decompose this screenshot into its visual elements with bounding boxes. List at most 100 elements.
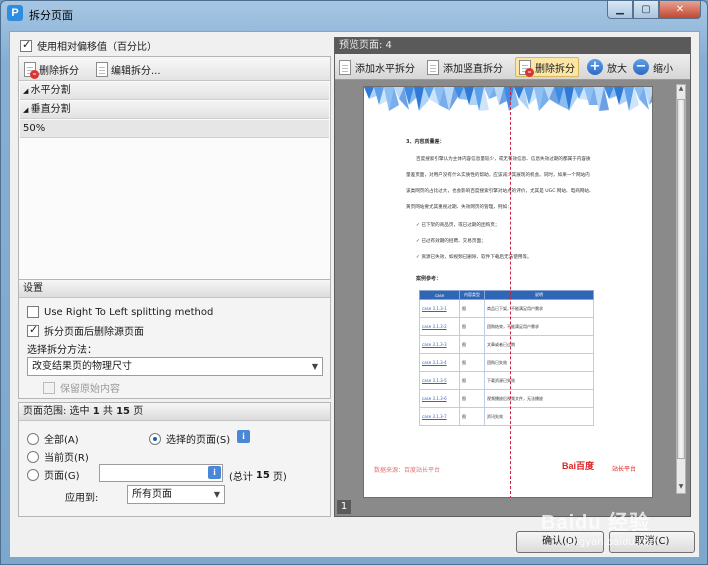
table-cell: 图 [459,389,485,408]
table-cell[interactable]: case 3.1.3-4 [419,353,460,372]
zoom-out-button[interactable]: − 缩小 [633,57,673,77]
keep-content-label: 保留原始内容 [60,384,120,395]
info-icon[interactable]: i [237,430,250,443]
delete-source-option[interactable]: 拆分页面后删除源页面 [27,323,144,338]
edit-split-icon [96,61,108,77]
decorative-triangle-band [364,87,652,127]
doc-case-heading: 案例参考： [416,276,442,282]
apply-to-select[interactable]: 所有页面 ▼ [127,485,225,504]
add-vertical-split-button[interactable]: 添加竖直拆分 [427,57,503,77]
collapse-arrow-icon: ◢ [23,106,31,114]
apply-to-value: 所有页面 [132,489,172,500]
use-relative-checkbox[interactable] [20,38,32,52]
delete-split-icon: – [24,61,39,79]
split-toolbar: – 删除拆分 编辑拆分... [19,57,330,81]
edit-split-label: 编辑拆分... [111,65,161,77]
range-all-option[interactable]: 全部(A) [27,431,79,446]
watermark-url: jingyan.baidu.com [567,537,660,548]
table-row: case 3.1.3-1 图商品已下架，不能满足用户需求 [419,299,594,318]
tree-item-horizontal[interactable]: ◢ 水平分割 [20,82,329,100]
scroll-thumb[interactable] [677,99,685,459]
range-total-count: 15 [116,406,131,417]
doc-paragraph-line: 该类网页的占比过大，也会影响百度搜索引擎对站点的评价，尤其是 UGC 网站、电商… [406,189,594,194]
preview-panel: 预览页面: 4 添加水平拆分 添加竖直拆分 – 删除拆分 + 放大 − 缩小 3… [334,37,691,517]
baidu-logo-subtitle: 站长平台 [612,466,637,473]
zoom-in-button[interactable]: + 放大 [587,57,627,77]
scroll-up-icon[interactable]: ▲ [677,85,685,95]
delete-split-preview-label: 删除拆分 [535,63,575,75]
chevron-down-icon: ▼ [311,362,318,371]
app-icon: P [7,5,23,21]
use-relative-option[interactable]: 使用相对偏移值（百分比） [20,38,157,53]
range-pages-radio[interactable] [27,468,39,481]
table-cell[interactable]: case 3.1.3-5 [419,371,460,390]
page-range-input[interactable] [99,464,223,482]
table-header-cell: 内容类型 [459,290,485,300]
scroll-down-icon[interactable]: ▼ [677,483,685,493]
doc-footer-source: 数据来源：百度站长平台 [374,467,441,474]
table-cell[interactable]: case 3.1.3-1 [419,299,460,318]
chevron-down-icon: ▼ [213,490,220,499]
keep-content-option[interactable]: 保留原始内容 [43,380,120,395]
method-label: 选择拆分方法： [27,345,97,356]
preview-scrollbar[interactable]: ▲ ▼ [676,84,686,494]
zoom-out-icon: − [633,59,649,75]
range-selected-radio[interactable] [149,432,161,445]
add-vertical-label: 添加竖直拆分 [443,63,503,75]
range-all-label: 全部(A) [44,435,79,446]
range-all-radio[interactable] [27,432,39,445]
keep-content-checkbox[interactable] [43,381,55,394]
window-frame: P 拆分页面 ▁ ▢ ✕ 使用相对偏移值（百分比） – 删除拆分 编辑拆分... [0,0,708,565]
table-row: case 3.1.3-2 图团购结束，不能满足用户需求 [419,317,594,336]
range-of: 共 [102,406,113,417]
page-number-badge[interactable]: 1 [337,500,351,514]
delete-split-preview-button[interactable]: – 删除拆分 [515,57,579,77]
add-horizontal-label: 添加水平拆分 [355,63,415,75]
rtl-option[interactable]: Use Right To Left splitting method [27,306,213,318]
delete-source-checkbox[interactable] [27,323,39,337]
tree-item-vertical[interactable]: ◢ 垂直分割 [20,101,329,119]
settings-panel: 设置 Use Right To Left splitting method 拆分… [18,279,331,399]
table-cell[interactable]: case 3.1.3-3 [419,335,460,354]
range-current-radio[interactable] [27,450,39,463]
total-count: 15 [255,470,270,481]
close-button[interactable]: ✕ [659,1,701,19]
minimize-button[interactable]: ▁ [607,1,633,19]
split-method-select[interactable]: 改变结果页的物理尺寸 ▼ [27,357,323,376]
zoom-in-icon: + [587,59,603,75]
doc-bullet-text: 已过有效期的招聘、交易页面； [421,239,486,244]
split-method-value: 改变结果页的物理尺寸 [32,361,132,372]
doc-paragraph-line: 黄页网站要尤其重视过期、失效网页的管理，例如： [406,205,512,210]
table-cell[interactable]: case 3.1.3-7 [419,407,460,426]
title-bar[interactable]: P 拆分页面 ▁ ▢ ✕ [1,1,707,27]
preview-page[interactable]: 3、内容质量差： 百度搜索引擎认为主体内容信息量较少，或无有效信息、信息失效过期… [363,86,653,498]
vertical-split-line[interactable] [510,87,511,497]
table-row: case 3.1.3-5 图下载资源已失效 [419,371,594,390]
tree-item-50-percent[interactable]: 50% [20,120,329,138]
total-prefix: (总计 [229,472,253,483]
table-row: case 3.1.3-4 图团购已失效 [419,353,594,372]
use-relative-label: 使用相对偏移值（百分比） [37,42,157,53]
info-icon[interactable]: i [208,466,221,479]
table-row: case 3.1.3-7 图资讯失效 [419,407,594,426]
range-selected-option[interactable]: 选择的页面(S) [149,431,230,446]
range-header-prefix: 页面范围: 选中 [23,406,90,417]
range-current-option[interactable]: 当前页(R) [27,449,89,464]
edit-split-button[interactable]: 编辑拆分... [93,59,164,79]
range-pages-option[interactable]: 页面(G) [27,467,80,482]
add-horizontal-split-button[interactable]: 添加水平拆分 [339,57,415,77]
table-cell: 团购结束，不能满足用户需求 [484,317,594,336]
table-cell[interactable]: case 3.1.3-6 [419,389,460,408]
table-cell: 文章或者已过期 [484,335,594,354]
delete-split-button[interactable]: – 删除拆分 [21,59,82,79]
dialog-client: 使用相对偏移值（百分比） – 删除拆分 编辑拆分... ◢ 水平分割 ◢ 垂直分… [9,31,700,558]
preview-toolbar: 添加水平拆分 添加竖直拆分 – 删除拆分 + 放大 − 缩小 [335,54,690,80]
delete-split-label: 删除拆分 [39,65,79,77]
close-icon: ✕ [675,4,685,15]
rtl-checkbox[interactable] [27,306,39,318]
table-cell[interactable]: case 3.1.3-2 [419,317,460,336]
table-cell: 图 [459,335,485,354]
table-cell: 图 [459,353,485,372]
maximize-button[interactable]: ▢ [633,1,659,19]
tree-item-label: 水平分割 [30,85,71,96]
